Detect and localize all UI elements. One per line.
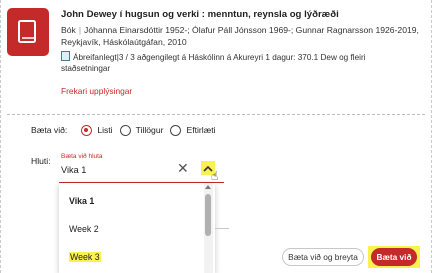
radio-suggestions[interactable]: Tillögur bbox=[119, 124, 164, 136]
radio-label: Eftirlæti bbox=[186, 125, 216, 135]
add-to-label: Bæta við: bbox=[31, 125, 68, 135]
book-type: Bók bbox=[61, 25, 76, 35]
dropdown-option-week-3[interactable]: Week 3 bbox=[69, 252, 101, 262]
radio-label: Listi bbox=[97, 125, 113, 135]
section-dropdown-list: Vika 1 Week 2 Week 3 bbox=[59, 183, 215, 273]
add-button[interactable]: Bæta við bbox=[371, 248, 417, 266]
more-info-link[interactable]: Frekari upplýsingar bbox=[61, 86, 132, 96]
add-to-radio-group: Bæta við: Listi Tillögur Eftirlæti bbox=[31, 122, 223, 138]
dropdown-option-week-2[interactable]: Week 2 bbox=[69, 224, 99, 234]
add-to-list-dialog: John Dewey í hugsun og verki : menntun, … bbox=[0, 0, 432, 273]
availability-type: Ábreifanlegt bbox=[73, 53, 117, 62]
section-field-label: Bæta við hluta bbox=[61, 153, 103, 160]
hand-cursor-icon: ☝ bbox=[211, 169, 219, 183]
book-card: John Dewey í hugsun og verki : menntun, … bbox=[7, 6, 425, 112]
radio-favorites[interactable]: Eftirlæti bbox=[170, 124, 216, 136]
radio-label: Tillögur bbox=[135, 125, 164, 135]
close-icon[interactable]: ✕ bbox=[177, 160, 189, 177]
section-field-value: Vika 1 bbox=[61, 165, 87, 175]
physical-item-icon bbox=[61, 51, 70, 61]
section-select-field[interactable]: Bæta við hluta Vika 1 ✕ ☝ bbox=[59, 152, 224, 183]
book-meta: Bók | Jóhanna Einarsdóttir 1952-; Ólafur P… bbox=[61, 25, 419, 47]
book-icon bbox=[7, 8, 49, 56]
availability: Ábreifanlegt|3 / 3 aðgengilegt á Háskóli… bbox=[61, 51, 366, 73]
radio-checked-icon bbox=[81, 124, 93, 136]
radio-unchecked-icon bbox=[170, 124, 182, 136]
dropdown-option-vika-1[interactable]: Vika 1 bbox=[69, 196, 94, 206]
add-and-edit-button[interactable]: Bæta við og breyta bbox=[282, 248, 364, 266]
divider bbox=[7, 114, 425, 115]
section-label: Hluti: bbox=[31, 156, 51, 166]
scrollbar-thumb[interactable] bbox=[205, 194, 211, 236]
field-underline bbox=[215, 228, 229, 229]
book-title: John Dewey í hugsun og verki : menntun, … bbox=[61, 9, 339, 20]
radio-list[interactable]: Listi bbox=[81, 124, 113, 136]
book-authors: Jóhanna Einarsdóttir 1952-; Ólafur Páll … bbox=[61, 25, 419, 47]
scroll-up-arrow-icon[interactable] bbox=[205, 185, 211, 189]
radio-unchecked-icon bbox=[119, 124, 131, 136]
